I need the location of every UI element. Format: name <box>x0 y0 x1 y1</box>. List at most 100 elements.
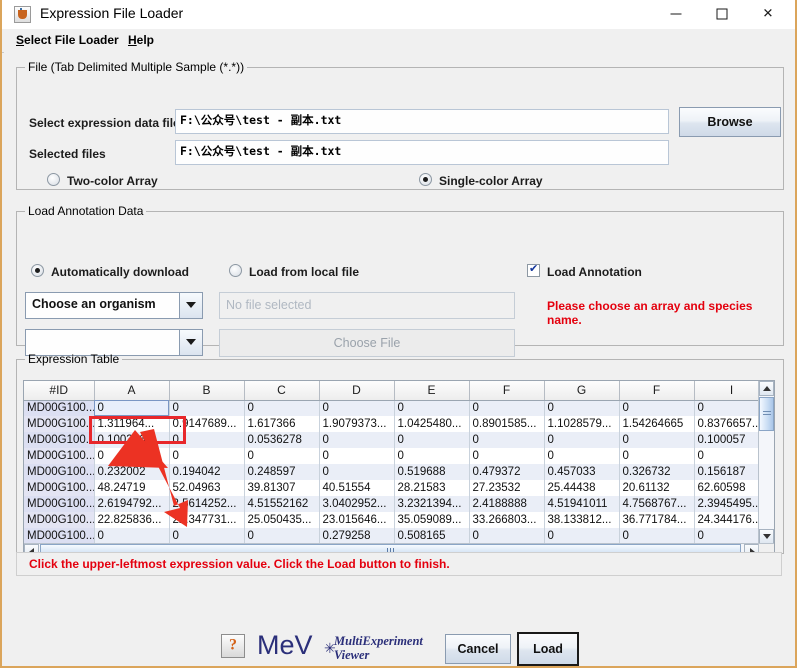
table-cell[interactable]: 3.2321394... <box>394 496 470 512</box>
column-header-id[interactable]: #ID <box>24 381 95 401</box>
table-cell[interactable]: 0 <box>319 432 395 448</box>
table-cell[interactable]: 0.232002 <box>94 464 170 480</box>
table-cell[interactable]: 2.4188888 <box>469 496 545 512</box>
table-cell[interactable]: 1.9079373... <box>319 416 395 432</box>
table-row[interactable]: MD00G100... 2.6194792... 2.5614252... 4.515… <box>24 496 770 512</box>
column-header-f-6[interactable]: F <box>469 381 545 401</box>
table-cell[interactable]: 20.61132 <box>619 480 695 496</box>
table-row[interactable]: MD00G100... 0 0 0 0 0 0 0 0 0 <box>24 448 770 464</box>
table-cell[interactable]: 28.21583 <box>394 480 470 496</box>
table-cell[interactable]: 25.44438 <box>544 480 620 496</box>
table-cell[interactable]: 0 <box>469 448 545 464</box>
row-id-cell[interactable]: MD00G100... <box>24 464 95 480</box>
selected-files-input[interactable]: F:\公众号\test - 副本.txt <box>175 140 669 165</box>
table-cell[interactable]: 0 <box>169 448 245 464</box>
close-button[interactable]: ✕ <box>745 0 791 28</box>
expression-file-input[interactable]: F:\公众号\test - 副本.txt <box>175 109 669 134</box>
table-cell[interactable]: 0 <box>544 528 620 544</box>
table-cell[interactable]: 0 <box>619 528 695 544</box>
table-cell[interactable]: 0.479372 <box>469 464 545 480</box>
table-cell[interactable]: 0 <box>544 432 620 448</box>
table-cell[interactable]: 1.1028579... <box>544 416 620 432</box>
table-cell[interactable]: 4.51552162 <box>244 496 320 512</box>
table-cell[interactable]: 1.54264665 <box>619 416 695 432</box>
table-cell[interactable]: 38.133812... <box>544 512 620 528</box>
table-cell[interactable]: 0 <box>394 432 470 448</box>
table-cell[interactable]: 1.0425480... <box>394 416 470 432</box>
table-cell[interactable]: 0 <box>244 528 320 544</box>
table-cell[interactable]: 0 <box>94 528 170 544</box>
table-cell[interactable]: 0 <box>94 448 170 464</box>
row-id-cell[interactable]: MD00G100... <box>24 416 95 432</box>
row-id-cell[interactable]: MD00G100... <box>24 448 95 464</box>
table-cell[interactable]: 0 <box>169 400 245 416</box>
browse-button[interactable]: Browse <box>679 107 781 137</box>
table-cell[interactable]: 22.347731... <box>169 512 245 528</box>
table-cell[interactable]: 0 <box>319 400 395 416</box>
table-cell[interactable]: 48.24719 <box>94 480 170 496</box>
table-cell[interactable]: 0.279258 <box>319 528 395 544</box>
table-cell[interactable]: 2.6194792... <box>94 496 170 512</box>
column-header-c-3[interactable]: C <box>244 381 320 401</box>
table-cell[interactable]: 0 <box>169 528 245 544</box>
table-row[interactable]: MD00G100... 22.825836... 22.347731... 25.05… <box>24 512 770 528</box>
load-from-local-file-radio[interactable] <box>229 264 242 277</box>
table-cell[interactable]: 0 <box>469 528 545 544</box>
table-row[interactable]: MD00G100... 1.311964... 0.9147689... 1.6173… <box>24 416 770 432</box>
table-cell[interactable]: 0 <box>394 448 470 464</box>
column-header-d-4[interactable]: D <box>319 381 395 401</box>
load-annotation-checkbox[interactable] <box>527 262 540 277</box>
table-cell[interactable]: 0.457033 <box>544 464 620 480</box>
table-cell[interactable]: 52.04963 <box>169 480 245 496</box>
table-cell[interactable]: 0.0536278 <box>244 432 320 448</box>
table-cell[interactable]: 4.51941011 <box>544 496 620 512</box>
table-cell[interactable]: 0 <box>469 432 545 448</box>
table-cell[interactable]: 0 <box>544 400 620 416</box>
table-cell[interactable]: 35.059089... <box>394 512 470 528</box>
table-cell[interactable]: 39.81307 <box>244 480 320 496</box>
table-cell[interactable]: 0 <box>394 400 470 416</box>
table-cell[interactable]: 25.050435... <box>244 512 320 528</box>
table-row[interactable]: MD00G100... 0 0 0 0 0 0 0 0 0 <box>24 400 770 416</box>
table-cell[interactable]: 4.7568767... <box>619 496 695 512</box>
table-cell[interactable]: 33.266803... <box>469 512 545 528</box>
load-button[interactable]: Load <box>517 632 579 666</box>
table-cell[interactable]: 0.100306 <box>94 432 170 448</box>
column-header-f-8[interactable]: F <box>619 381 695 401</box>
row-id-cell[interactable]: MD00G100... <box>24 512 95 528</box>
expression-table-scroll-area[interactable]: #ID A B C D E F G F I MD00G100... 0 0 0 0 0 0 0 0 0 MD00G10… <box>23 380 775 560</box>
column-header-b-2[interactable]: B <box>169 381 245 401</box>
auto-download-radio[interactable] <box>31 264 44 277</box>
table-body[interactable]: MD00G100... 0 0 0 0 0 0 0 0 0 MD00G100... 1.311964.… <box>24 400 770 559</box>
vertical-scroll-thumb[interactable] <box>759 397 774 431</box>
table-cell[interactable]: 0 <box>94 400 170 416</box>
table-cell[interactable]: 0 <box>319 464 395 480</box>
row-id-cell[interactable]: MD00G100... <box>24 528 95 544</box>
table-cell[interactable]: 3.0402952... <box>319 496 395 512</box>
table-cell[interactable]: 0.9147689... <box>169 416 245 432</box>
table-cell[interactable]: 22.825836... <box>94 512 170 528</box>
row-id-cell[interactable]: MD00G100... <box>24 496 95 512</box>
table-cell[interactable]: 0 <box>244 448 320 464</box>
table-cell[interactable]: 1.617366 <box>244 416 320 432</box>
table-cell[interactable]: 0 <box>619 448 695 464</box>
scroll-up-icon[interactable] <box>759 381 774 396</box>
row-id-cell[interactable]: MD00G100... <box>24 480 95 496</box>
table-row[interactable]: MD00G100... 48.24719 52.04963 39.81307 40.51… <box>24 480 770 496</box>
column-header-a-1[interactable]: A <box>94 381 170 401</box>
table-cell[interactable]: 40.51554 <box>319 480 395 496</box>
table-cell[interactable]: 36.771784... <box>619 512 695 528</box>
column-header-e-5[interactable]: E <box>394 381 470 401</box>
menu-select-file-loader[interactable]: Select File Loader <box>16 33 119 47</box>
menu-help[interactable]: Help <box>128 33 154 47</box>
cancel-button[interactable]: Cancel <box>445 634 511 664</box>
table-cell[interactable]: 0 <box>319 448 395 464</box>
row-id-cell[interactable]: MD00G100... <box>24 432 95 448</box>
table-cell[interactable]: 0 <box>619 400 695 416</box>
table-cell[interactable]: 0 <box>469 400 545 416</box>
table-cell[interactable]: 0 <box>244 400 320 416</box>
table-row[interactable]: MD00G100... 0.232002 0.194042 0.248597 0 0.51… <box>24 464 770 480</box>
table-cell[interactable]: 0.248597 <box>244 464 320 480</box>
table-cell[interactable]: 27.23532 <box>469 480 545 496</box>
minimize-button[interactable] <box>653 0 699 28</box>
